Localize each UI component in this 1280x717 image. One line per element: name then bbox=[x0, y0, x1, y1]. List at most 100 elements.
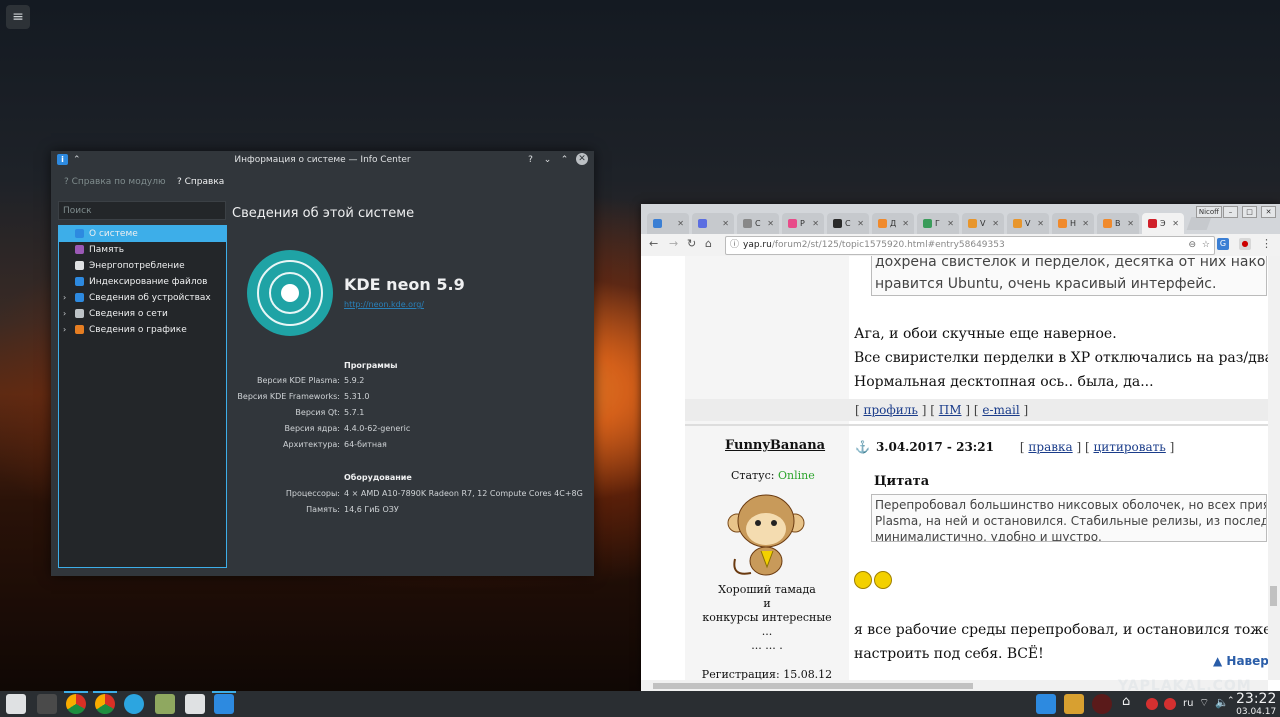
translate-extension-icon[interactable]: G bbox=[1217, 238, 1229, 250]
scroll-top-link[interactable]: ▲ Навер bbox=[1213, 654, 1268, 668]
forward-icon[interactable]: → bbox=[669, 237, 678, 250]
post-text-line: я все рабочие среды перепробовал, и оста… bbox=[854, 622, 1268, 638]
module-help-button[interactable]: ? Справка по модулю bbox=[64, 177, 166, 187]
browser-tab[interactable]: Д ✕ bbox=[872, 213, 914, 234]
close-tab-icon[interactable]: ✕ bbox=[857, 213, 864, 234]
browser-tab[interactable]: Г ✕ bbox=[917, 213, 959, 234]
info-key: Версия ядра: bbox=[284, 424, 340, 433]
info-icon[interactable]: ⓘ bbox=[730, 237, 739, 254]
close-tab-icon[interactable]: ✕ bbox=[722, 213, 729, 234]
sidebar-item[interactable]: Индексирование файлов bbox=[59, 274, 226, 290]
tab-label: Д bbox=[890, 219, 897, 228]
infocenter-titlebar[interactable]: i ⌃ Информация о системе — Info Center ?… bbox=[51, 151, 594, 169]
wifi-icon[interactable]: ⌔ bbox=[1199, 696, 1209, 710]
tab-label: V bbox=[980, 219, 986, 228]
post-link[interactable]: e-mail bbox=[982, 403, 1019, 417]
bookmark-star-icon[interactable]: ☆ bbox=[1202, 237, 1210, 254]
close-tab-icon[interactable]: ✕ bbox=[1037, 213, 1044, 234]
browser-tab[interactable]: С ✕ bbox=[737, 213, 779, 234]
browser-tab[interactable]: V ✕ bbox=[962, 213, 1004, 234]
post-link[interactable]: цитировать bbox=[1093, 440, 1165, 454]
help-icon[interactable]: ? bbox=[525, 153, 536, 167]
rocket-tray-icon[interactable] bbox=[1064, 694, 1084, 714]
browser-tab[interactable]: С ✕ bbox=[827, 213, 869, 234]
close-tab-icon[interactable]: ✕ bbox=[812, 213, 819, 234]
sidebar-item[interactable]: › Сведения о графике bbox=[59, 322, 226, 338]
sidebar-item[interactable]: Память bbox=[59, 242, 226, 258]
vertical-scrollbar[interactable] bbox=[1268, 256, 1280, 680]
reload-icon[interactable]: ↻ bbox=[687, 237, 696, 250]
anchor-icon[interactable]: ⚓ bbox=[855, 440, 870, 454]
bracket: [ bbox=[930, 403, 939, 417]
post-author[interactable]: FunnyBanana bbox=[725, 438, 825, 453]
close-tab-icon[interactable]: ✕ bbox=[1127, 213, 1134, 234]
post-link[interactable]: профиль bbox=[864, 403, 918, 417]
keyboard-layout[interactable]: ru bbox=[1183, 698, 1193, 709]
new-tab-button[interactable] bbox=[1186, 217, 1212, 230]
minimize-icon[interactable]: ⌄ bbox=[542, 153, 553, 167]
chrome-menu-icon[interactable]: ⋮ bbox=[1261, 237, 1272, 250]
chrome-icon[interactable] bbox=[66, 694, 86, 714]
browser-tab[interactable]: ✕ bbox=[647, 213, 689, 234]
close-icon[interactable]: ✕ bbox=[1261, 206, 1276, 218]
distro-url-link[interactable]: http://neon.kde.org/ bbox=[344, 300, 424, 309]
profile-button[interactable]: Nicoff bbox=[1195, 206, 1222, 218]
sidebar-item[interactable]: Энергопотребление bbox=[59, 258, 226, 274]
zoom-icon[interactable]: ⊖ bbox=[1188, 237, 1196, 254]
info-center-icon[interactable] bbox=[214, 694, 234, 714]
browser-tab[interactable]: Р ✕ bbox=[782, 213, 824, 234]
search-input[interactable]: Поиск bbox=[58, 201, 226, 220]
app-menu-button[interactable]: ≡ bbox=[6, 5, 30, 29]
mail-tray-icon[interactable] bbox=[1164, 698, 1176, 710]
info-value: 5.7.1 bbox=[344, 408, 365, 417]
sublime-icon[interactable] bbox=[37, 694, 57, 714]
expand-arrow-icon[interactable]: › bbox=[63, 306, 66, 322]
sidebar-item[interactable]: › Сведения об устройствах bbox=[59, 290, 226, 306]
telegram-icon[interactable] bbox=[124, 694, 144, 714]
sidebar-item-label: О системе bbox=[89, 229, 138, 239]
back-icon[interactable]: ← bbox=[649, 237, 658, 250]
record-tray-icon[interactable] bbox=[1092, 694, 1112, 714]
home-tray-icon[interactable]: ⌂ bbox=[1122, 694, 1130, 709]
maximize-icon[interactable]: □ bbox=[1242, 206, 1257, 218]
close-tab-icon[interactable]: ✕ bbox=[677, 213, 684, 234]
kde-launcher-icon[interactable] bbox=[6, 694, 26, 714]
browser-tab[interactable]: Э ✕ bbox=[1142, 213, 1184, 234]
expand-arrow-icon[interactable]: › bbox=[63, 290, 66, 306]
browser-tab[interactable]: В ✕ bbox=[1097, 213, 1139, 234]
minimize-icon[interactable]: – bbox=[1223, 206, 1238, 218]
active-task-indicator bbox=[93, 691, 117, 693]
close-tab-icon[interactable]: ✕ bbox=[992, 213, 999, 234]
keep-above-icon[interactable]: ⌃ bbox=[73, 151, 81, 169]
notifications-tray-icon[interactable] bbox=[1146, 698, 1158, 710]
close-tab-icon[interactable]: ✕ bbox=[767, 213, 774, 234]
browser-tab[interactable]: ✕ bbox=[692, 213, 734, 234]
close-tab-icon[interactable]: ✕ bbox=[1172, 213, 1179, 234]
maximize-icon[interactable]: ⌃ bbox=[559, 153, 570, 167]
adblock-extension-icon[interactable]: ● bbox=[1239, 238, 1251, 250]
info-row: Архитектура: 64-битная bbox=[51, 440, 594, 452]
chrome-icon[interactable] bbox=[95, 694, 115, 714]
post-link[interactable]: правка bbox=[1028, 440, 1072, 454]
tray-expand-icon[interactable]: ⌃ bbox=[1227, 696, 1235, 706]
help-button[interactable]: ? Справка bbox=[177, 177, 224, 187]
browser-window: ✕ ✕ С ✕ Р ✕ С ✕ Д ✕ Г ✕ V ✕ V ✕ Н ✕ В ✕ Э ✕ Nicoff – □ ✕ ← → … bbox=[641, 204, 1280, 691]
close-tab-icon[interactable]: ✕ bbox=[947, 213, 954, 234]
close-tab-icon[interactable]: ✕ bbox=[1082, 213, 1089, 234]
favicon-icon bbox=[1148, 219, 1157, 228]
clock[interactable]: 23:22 03.04.17 bbox=[1236, 692, 1276, 717]
browser-tab[interactable]: V ✕ bbox=[1007, 213, 1049, 234]
address-bar[interactable]: ⓘ yap.ru/forum2/st/125/topic1575920.html… bbox=[725, 236, 1215, 255]
home-icon[interactable]: ⌂ bbox=[705, 237, 712, 250]
sidebar-item[interactable]: › Сведения о сети bbox=[59, 306, 226, 322]
browser-tab[interactable]: Н ✕ bbox=[1052, 213, 1094, 234]
sidebar-item[interactable]: О системе bbox=[59, 226, 226, 242]
post-link[interactable]: ПМ bbox=[939, 403, 962, 417]
expand-arrow-icon[interactable]: › bbox=[63, 322, 66, 338]
browser-tray-icon[interactable] bbox=[1036, 694, 1056, 714]
close-icon[interactable]: ✕ bbox=[576, 153, 588, 165]
close-tab-icon[interactable]: ✕ bbox=[902, 213, 909, 234]
post-meta: ⚓ 3.04.2017 - 23:21[ правка ] [ цитироват… bbox=[855, 440, 1174, 454]
notes-icon[interactable] bbox=[185, 694, 205, 714]
file-manager-icon[interactable] bbox=[155, 694, 175, 714]
